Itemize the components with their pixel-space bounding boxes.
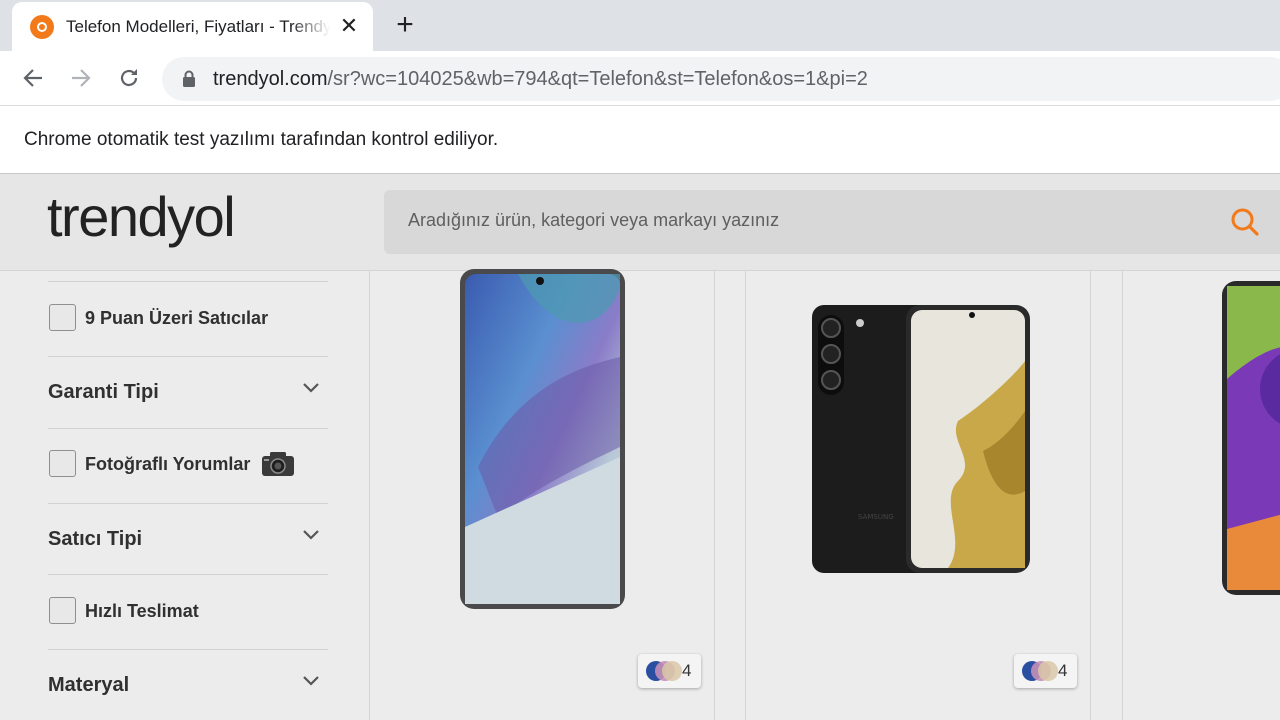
automation-infobar: Chrome otomatik test yazılımı tarafından… xyxy=(0,107,1280,174)
photo-reviews-label: Fotoğraflı Yorumlar xyxy=(85,454,251,474)
product-image[interactable] xyxy=(458,267,628,613)
trendyol-logo[interactable]: trendyol xyxy=(47,184,236,249)
page-content: trendyol 9 Puan Üzeri Satıcılar Garanti … xyxy=(0,174,1280,720)
tab-close-icon[interactable]: ✕ xyxy=(337,14,361,38)
product-image[interactable]: SAMSUNG xyxy=(808,301,1034,577)
site-header: trendyol xyxy=(0,174,1280,271)
tab-title: Telefon Modelleri, Fiyatları - Trendyol xyxy=(66,17,330,36)
color-swatch-icon xyxy=(646,661,682,681)
color-options-badge[interactable]: 4 xyxy=(1014,654,1077,688)
product-image[interactable] xyxy=(1220,279,1280,597)
reload-icon[interactable] xyxy=(114,63,144,93)
filter-fast-delivery[interactable]: Hızlı Teslimat xyxy=(48,574,328,649)
color-count: 4 xyxy=(1058,661,1068,680)
lock-icon[interactable] xyxy=(182,70,196,93)
search-icon[interactable] xyxy=(1230,207,1260,242)
seller-score-checkbox[interactable] xyxy=(49,304,76,331)
tab-strip: Telefon Modelleri, Fiyatları - Trendyol … xyxy=(0,0,1280,51)
new-tab-icon[interactable]: + xyxy=(390,10,420,41)
seller-score-label: 9 Puan Üzeri Satıcılar xyxy=(85,308,269,328)
url-text[interactable]: trendyol.com/sr?wc=104025&wb=794&qt=Tele… xyxy=(213,68,868,91)
filter-seller-score[interactable]: 9 Puan Üzeri Satıcılar xyxy=(48,281,328,356)
search-box[interactable] xyxy=(384,190,1280,254)
seller-type-label: Satıcı Tipi xyxy=(48,528,143,550)
material-label: Materyal xyxy=(48,674,130,696)
photo-reviews-checkbox[interactable] xyxy=(49,450,76,477)
infobar-text: Chrome otomatik test yazılımı tarafından… xyxy=(24,129,499,150)
product-card[interactable] xyxy=(1122,271,1280,720)
trendyol-favicon-icon xyxy=(30,15,54,39)
browser-toolbar: trendyol.com/sr?wc=104025&wb=794&qt=Tele… xyxy=(0,51,1280,106)
brand-print: SAMSUNG xyxy=(858,513,894,521)
filter-material[interactable]: Materyal xyxy=(48,649,328,720)
search-input[interactable] xyxy=(408,210,1168,231)
color-options-badge[interactable]: 4 xyxy=(638,654,701,688)
url-path: /sr?wc=104025&wb=794&qt=Telefon&st=Telef… xyxy=(327,68,868,90)
url-host: trendyol.com xyxy=(213,68,328,90)
product-grid: 4 SAMSUNG 4 xyxy=(369,269,1280,720)
product-card[interactable]: 4 xyxy=(369,269,715,720)
fast-delivery-checkbox[interactable] xyxy=(49,597,76,624)
forward-arrow-icon[interactable] xyxy=(66,63,96,93)
warranty-type-label: Garanti Tipi xyxy=(48,381,159,403)
back-arrow-icon[interactable] xyxy=(18,63,48,93)
filter-sidebar: 9 Puan Üzeri Satıcılar Garanti Tipi Foto… xyxy=(48,271,328,720)
product-card[interactable]: SAMSUNG 4 xyxy=(745,271,1091,720)
address-bar[interactable]: trendyol.com/sr?wc=104025&wb=794&qt=Tele… xyxy=(162,57,1280,101)
color-swatch-icon xyxy=(1022,661,1058,681)
chevron-down-icon[interactable] xyxy=(302,528,320,546)
filter-seller-type[interactable]: Satıcı Tipi xyxy=(48,503,328,574)
browser-tab[interactable]: Telefon Modelleri, Fiyatları - Trendyol … xyxy=(12,2,373,51)
filter-warranty-type[interactable]: Garanti Tipi xyxy=(48,356,328,428)
filter-photo-reviews[interactable]: Fotoğraflı Yorumlar xyxy=(48,428,328,503)
camera-icon xyxy=(261,451,295,482)
chevron-down-icon[interactable] xyxy=(302,674,320,692)
fast-delivery-label: Hızlı Teslimat xyxy=(85,601,199,621)
chevron-down-icon[interactable] xyxy=(302,381,320,399)
color-count: 4 xyxy=(682,661,692,680)
